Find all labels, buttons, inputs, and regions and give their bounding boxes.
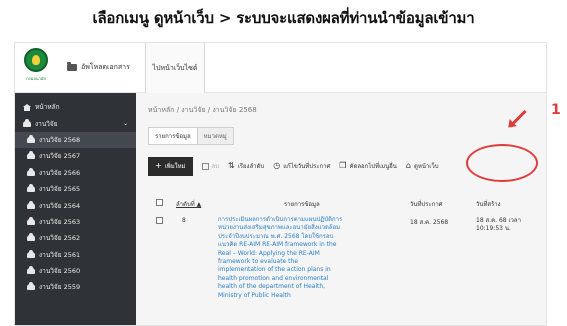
folder-icon [67, 62, 77, 71]
edit-publish-date-label: แก้ไขวันที่ประกาศ [283, 163, 331, 170]
upload-documents-label: อัพโหลดเอกสาร [81, 63, 130, 71]
admin-window: กรมอนามัย อัพโหลดเอกสาร ไปหน้าเว็บไซต์ ห… [14, 42, 547, 326]
sidebar-item-label: งานวิจัย 2560 [39, 267, 81, 276]
copy-to-menu-label: คัดลอกไปที่เมนูอื่น [349, 163, 397, 170]
step-number: 1 [551, 102, 561, 118]
table-header: ลำดับที่ ▲ รายการข้อมูล วันที่ประกาศ วัน… [148, 197, 542, 211]
main-content: หน้าหลัก / งานวิจัย / งานวิจัย 2568 รายก… [136, 93, 546, 325]
view-webpage-label: ดูหน้าเว็บ [413, 163, 439, 170]
cloud-icon [27, 249, 35, 258]
sidebar-item-label: งานวิจัย 2559 [39, 283, 81, 292]
sidebar-item-research-2561[interactable]: งานวิจัย 2561 [15, 247, 136, 263]
sidebar-item-label: งานวิจัย 2562 [39, 234, 81, 243]
sidebar-item-label: งานวิจัย 2567 [39, 152, 81, 161]
sidebar-item-research-2567[interactable]: งานวิจัย 2567 [15, 148, 136, 164]
sidebar-item-research-2566[interactable]: งานวิจัย 2566 [15, 165, 136, 181]
column-item: รายการข้อมูล [284, 201, 320, 208]
sidebar-item-research-2559[interactable]: งานวิจัย 2559 [15, 279, 136, 295]
instruction-headline: เลือกเมนู ดูหน้าเว็บ > ระบบจะแสดงผลที่ท่… [92, 9, 475, 27]
go-to-website-tab[interactable]: ไปหน้าเว็บไซต์ [145, 43, 205, 93]
home-icon [23, 103, 31, 111]
row-created-date: 18 ส.ค. 68 เวลา 10:19:53 น. [476, 217, 521, 232]
delete-button[interactable]: ลบ [201, 161, 220, 171]
content-tabs: รายการข้อมูล หมวดหมู่ [148, 127, 234, 145]
sidebar-item-home[interactable]: หน้าหลัก [15, 99, 136, 115]
delete-label: ลบ [211, 163, 220, 170]
sidebar-item-label: งานวิจัย 2563 [39, 217, 81, 226]
sidebar-item-label: งานวิจัย [35, 119, 58, 128]
tab-category[interactable]: หมวดหมู่ [197, 127, 234, 145]
add-new-label: เพิ่มใหม่ [164, 163, 186, 170]
highlight-oval [466, 144, 538, 182]
sidebar-item-research-2564[interactable]: งานวิจัย 2564 [15, 197, 136, 213]
cloud-icon [27, 151, 35, 160]
sidebar-item-research[interactable]: งานวิจัย ⌄ [15, 115, 136, 131]
top-bar: กรมอนามัย อัพโหลดเอกสาร ไปหน้าเว็บไซต์ [15, 43, 546, 93]
cloud-icon [27, 233, 35, 242]
cloud-icon [27, 167, 35, 176]
cloud-icon [27, 184, 35, 193]
column-created: วันที่สร้าง [476, 201, 501, 208]
copy-icon: ❐ [339, 161, 347, 170]
sidebar-item-label: งานวิจัย 2561 [39, 250, 81, 259]
cloud-icon [27, 216, 35, 225]
sidebar-item-research-2563[interactable]: งานวิจัย 2563 [15, 214, 136, 230]
sidebar-item-label: งานวิจัย 2568 [39, 135, 81, 144]
row-description-link[interactable]: การประเมินผลการดำเนินการตามแผนปฏิบัติการ… [218, 216, 343, 300]
sidebar-item-research-2562[interactable]: งานวิจัย 2562 [15, 230, 136, 246]
cloud-icon [27, 266, 35, 275]
sidebar-item-label: งานวิจัย 2566 [39, 168, 81, 177]
sort-button[interactable]: ⇅ เรียงลำดับ [228, 161, 264, 171]
sidebar-item-label: งานวิจัย 2565 [39, 185, 81, 194]
view-webpage-button[interactable]: ⌂ ดูหน้าเว็บ [406, 161, 439, 171]
cloud-icon [27, 282, 35, 291]
chevron-down-icon: ⌄ [122, 120, 128, 128]
cloud-icon [27, 200, 35, 209]
sidebar: หน้าหลัก งานวิจัย ⌄ งานวิจัย 2568 งานวิจ… [15, 93, 136, 325]
clock-icon: ◷ [273, 161, 281, 170]
column-published: วันที่ประกาศ [410, 201, 443, 208]
upload-documents-link[interactable]: อัพโหลดเอกสาร [67, 62, 130, 73]
row-published-date: 18 ส.ค. 2568 [410, 219, 449, 226]
sidebar-item-research-2565[interactable]: งานวิจัย 2565 [15, 181, 136, 197]
trash-icon [201, 162, 209, 170]
row-order: 8 [182, 217, 186, 224]
department-logo[interactable]: กรมอนามัย [19, 48, 53, 88]
row-checkbox[interactable] [156, 217, 163, 226]
copy-to-menu-button[interactable]: ❐ คัดลอกไปที่เมนูอื่น [339, 161, 397, 171]
sort-icon: ⇅ [228, 161, 235, 170]
tab-items[interactable]: รายการข้อมูล [148, 127, 198, 145]
cloud-icon [27, 134, 35, 143]
cloud-icon [23, 118, 31, 127]
sort-label: เรียงลำดับ [237, 163, 265, 170]
edit-publish-date-button[interactable]: ◷ แก้ไขวันที่ประกาศ [273, 161, 330, 171]
logo-emblem-icon [24, 48, 48, 72]
select-all-checkbox[interactable] [156, 199, 163, 208]
breadcrumb: หน้าหลัก / งานวิจัย / งานวิจัย 2568 [148, 106, 257, 114]
add-new-button[interactable]: + เพิ่มใหม่ [148, 156, 193, 176]
home-icon: ⌂ [405, 161, 411, 170]
sidebar-item-research-2568[interactable]: งานวิจัย 2568 [15, 131, 136, 149]
sidebar-item-label: งานวิจัย 2564 [39, 201, 81, 210]
sidebar-item-label: หน้าหลัก [35, 103, 60, 112]
sidebar-item-research-2560[interactable]: งานวิจัย 2560 [15, 263, 136, 279]
column-order[interactable]: ลำดับที่ ▲ [176, 199, 201, 209]
logo-text: กรมอนามัย [26, 76, 46, 81]
plus-icon: + [155, 161, 162, 170]
